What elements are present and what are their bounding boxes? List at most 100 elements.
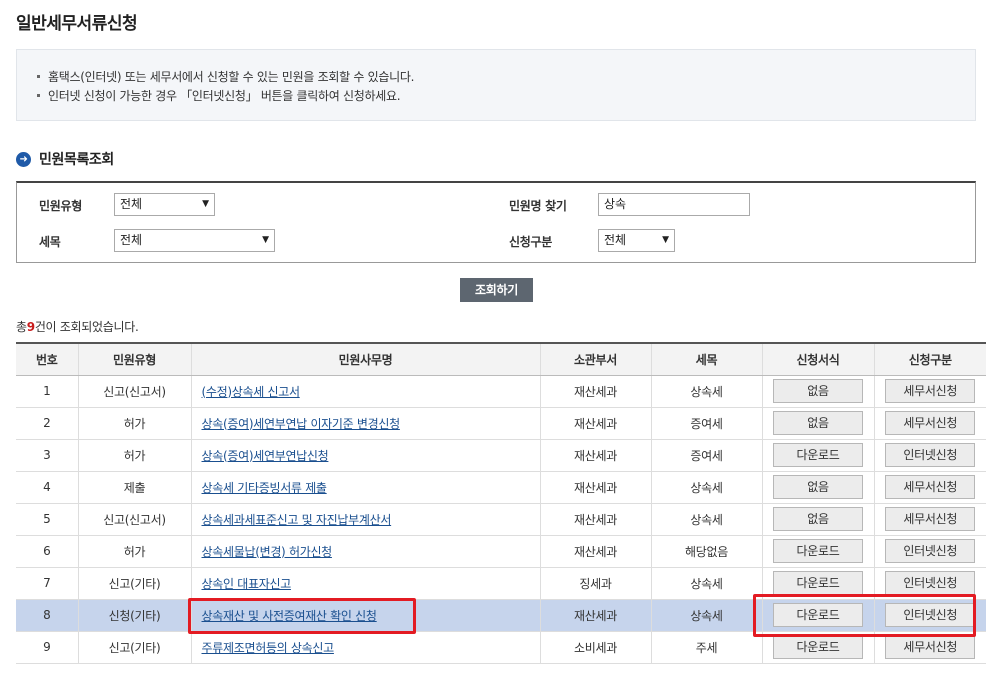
table-row: 5 신고(신고서) 상속세과세표준신고 및 자진납부계산서 재산세과 상속세 없음 세무서신… (16, 503, 986, 536)
apply-button[interactable]: 세무서신청 (885, 635, 976, 659)
row-name-cell: 주류제조면허등의 상속신고 (190, 631, 540, 664)
apply-button[interactable]: 인터넷신청 (885, 571, 976, 595)
chevron-down-icon: ▼ (262, 235, 269, 245)
row-dept: 재산세과 (539, 375, 651, 408)
bullet-icon (37, 74, 40, 78)
form-button[interactable]: 다운로드 (773, 539, 863, 563)
row-number: 5 (16, 503, 78, 536)
row-dept: 재산세과 (539, 471, 651, 504)
apply-select[interactable]: 전체 ▼ (598, 229, 675, 252)
row-name-cell: 상속(증여)세연부연납 이자기준 변경신청 (190, 407, 540, 440)
search-panel: 민원유형 전체 ▼ 세목 전체 ▼ 민원명 찾기 상속 신청구분 전체 ▼ (16, 181, 976, 263)
info-box: 홈택스(인터넷) 또는 세무서에서 신청할 수 있는 민원을 조회할 수 있습니… (16, 49, 976, 121)
row-form-cell: 없음 (761, 471, 874, 504)
civil-service-link[interactable]: 상속인 대표자신고 (202, 577, 292, 591)
apply-label: 신청구분 (509, 235, 552, 249)
row-number: 4 (16, 471, 78, 504)
tax-label: 세목 (39, 235, 61, 249)
row-tax: 증여세 (650, 439, 762, 472)
result-count: 총9건이 조회되었습니다. (16, 320, 139, 334)
row-type: 신고(기타) (77, 567, 191, 600)
apply-button[interactable]: 인터넷신청 (885, 443, 976, 467)
apply-button[interactable]: 세무서신청 (885, 411, 976, 435)
table-row: 1 신고(신고서) (수정)상속세 신고서 재산세과 상속세 없음 세무서신청 (16, 375, 986, 408)
row-type: 신고(신고서) (77, 503, 191, 536)
form-button[interactable]: 다운로드 (773, 635, 863, 659)
form-button[interactable]: 없음 (773, 475, 863, 499)
form-button[interactable]: 다운로드 (773, 571, 863, 595)
form-button[interactable]: 없음 (773, 411, 863, 435)
row-type: 제출 (77, 471, 191, 504)
row-dept: 재산세과 (539, 599, 651, 632)
civil-service-link[interactable]: 상속세과세표준신고 및 자진납부계산서 (202, 513, 392, 527)
row-number: 1 (16, 375, 78, 408)
row-number: 7 (16, 567, 78, 600)
table-header-row: 번호 민원유형 민원사무명 소관부서 세목 신청서식 신청구분 (16, 342, 986, 376)
col-header: 소관부서 (539, 342, 651, 376)
col-header: 민원사무명 (190, 342, 540, 376)
table-row: 2 허가 상속(증여)세연부연납 이자기준 변경신청 재산세과 증여세 없음 세무서신청 (16, 407, 986, 440)
row-form-cell: 없음 (761, 407, 874, 440)
row-dept: 징세과 (539, 567, 651, 600)
apply-button[interactable]: 세무서신청 (885, 475, 976, 499)
row-tax: 해당없음 (650, 535, 762, 568)
name-label: 민원명 찾기 (509, 199, 567, 213)
row-apply-cell: 인터넷신청 (873, 535, 986, 568)
row-tax: 상속세 (650, 375, 762, 408)
civil-service-link[interactable]: 상속(증여)세연부연납신청 (202, 449, 329, 463)
bullet-icon (37, 93, 40, 97)
row-apply-cell: 세무서신청 (873, 407, 986, 440)
row-number: 8 (16, 599, 78, 632)
type-select[interactable]: 전체 ▼ (114, 193, 215, 216)
civil-service-link[interactable]: (수정)상속세 신고서 (202, 385, 301, 399)
info-line-1: 홈택스(인터넷) 또는 세무서에서 신청할 수 있는 민원을 조회할 수 있습니… (35, 68, 957, 87)
col-header: 신청서식 (761, 342, 874, 376)
civil-service-link[interactable]: 주류제조면허등의 상속신고 (202, 641, 335, 655)
chevron-down-icon: ▼ (202, 199, 209, 209)
apply-button[interactable]: 세무서신청 (885, 379, 976, 403)
search-button[interactable]: 조회하기 (460, 278, 533, 302)
row-type: 신고(신고서) (77, 375, 191, 408)
type-label: 민원유형 (39, 199, 82, 213)
row-dept: 재산세과 (539, 407, 651, 440)
form-button[interactable]: 다운로드 (773, 443, 863, 467)
row-type: 신고(기타) (77, 631, 191, 664)
col-header: 신청구분 (873, 342, 986, 376)
row-name-cell: 상속세물납(변경) 허가신청 (190, 535, 540, 568)
table-row: 6 허가 상속세물납(변경) 허가신청 재산세과 해당없음 다운로드 인터넷신청 (16, 535, 986, 568)
table-row: 4 제출 상속세 기타증빙서류 제출 재산세과 상속세 없음 세무서신청 (16, 471, 986, 504)
row-apply-cell: 세무서신청 (873, 471, 986, 504)
row-name-cell: 상속세 기타증빙서류 제출 (190, 471, 540, 504)
tax-select[interactable]: 전체 ▼ (114, 229, 275, 252)
row-apply-cell: 세무서신청 (873, 503, 986, 536)
form-button[interactable]: 없음 (773, 507, 863, 531)
row-apply-cell: 인터넷신청 (873, 439, 986, 472)
row-number: 3 (16, 439, 78, 472)
row-number: 2 (16, 407, 78, 440)
page-title: 일반세무서류신청 (16, 14, 138, 34)
row-name-cell: 상속세과세표준신고 및 자진납부계산서 (190, 503, 540, 536)
row-tax: 상속세 (650, 567, 762, 600)
col-header: 민원유형 (77, 342, 191, 376)
row-name-cell: 상속(증여)세연부연납신청 (190, 439, 540, 472)
civil-service-link[interactable]: 상속(증여)세연부연납 이자기준 변경신청 (202, 417, 401, 431)
annotation-box-buttons (753, 594, 976, 637)
row-tax: 상속세 (650, 599, 762, 632)
civil-service-link[interactable]: 상속세 기타증빙서류 제출 (202, 481, 327, 495)
row-tax: 상속세 (650, 471, 762, 504)
form-button[interactable]: 없음 (773, 379, 863, 403)
row-type: 허가 (77, 439, 191, 472)
row-tax: 증여세 (650, 407, 762, 440)
civil-service-link[interactable]: 상속세물납(변경) 허가신청 (202, 545, 333, 559)
apply-button[interactable]: 세무서신청 (885, 507, 976, 531)
row-dept: 재산세과 (539, 535, 651, 568)
chevron-down-icon: ▼ (662, 235, 669, 245)
name-search-input[interactable]: 상속 (598, 193, 750, 216)
apply-button[interactable]: 인터넷신청 (885, 539, 976, 563)
row-name-cell: (수정)상속세 신고서 (190, 375, 540, 408)
row-form-cell: 없음 (761, 375, 874, 408)
row-form-cell: 다운로드 (761, 439, 874, 472)
row-type: 신청(기타) (77, 599, 191, 632)
arrow-right-circle-icon: ➜ (16, 151, 31, 167)
table-row: 3 허가 상속(증여)세연부연납신청 재산세과 증여세 다운로드 인터넷신청 (16, 439, 986, 472)
